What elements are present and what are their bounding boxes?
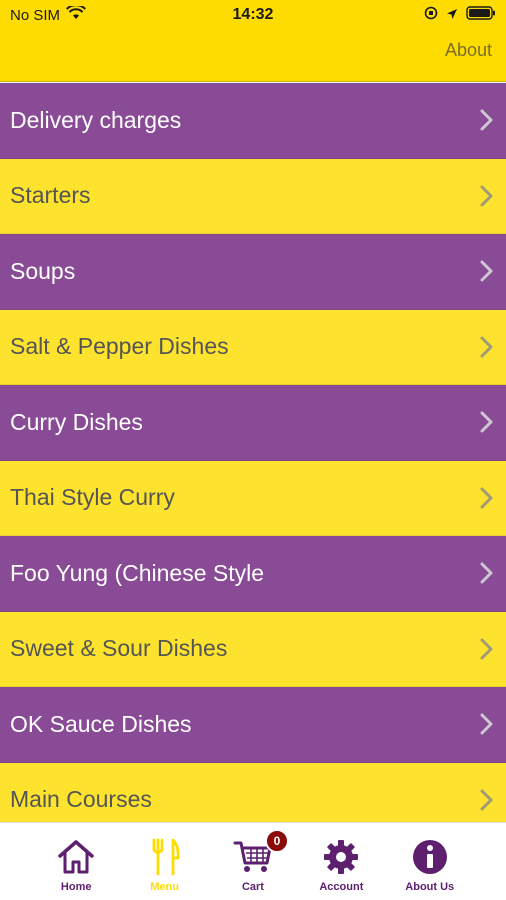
menu-item-label: Main Courses [10,786,152,813]
orientation-lock-icon [424,6,438,24]
menu-item-ok-sauce-dishes[interactable]: OK Sauce Dishes [0,687,506,763]
location-arrow-icon [446,7,458,24]
chevron-right-icon [478,184,496,208]
status-right [424,6,496,24]
chevron-right-icon [478,410,496,434]
menu-category-list: Delivery charges Starters Soups Salt & P… [0,83,506,838]
tab-label: Menu [150,881,179,893]
menu-item-sweet-sour-dishes[interactable]: Sweet & Sour Dishes [0,611,506,687]
chevron-right-icon [478,335,496,359]
chevron-right-icon [478,259,496,283]
tab-label: Cart [241,881,264,893]
menu-item-label: Salt & Pepper Dishes [10,333,229,360]
chevron-right-icon [478,637,496,661]
chevron-right-icon [478,561,496,585]
menu-item-delivery-charges[interactable]: Delivery charges [0,83,506,159]
menu-item-foo-yung[interactable]: Foo Yung (Chinese Style [0,536,506,612]
tab-cart[interactable]: 0 Cart [213,823,293,893]
menu-item-label: Sweet & Sour Dishes [10,635,228,662]
menu-item-label: Starters [10,182,91,209]
chevron-right-icon [478,108,496,132]
menu-item-salt-pepper-dishes[interactable]: Salt & Pepper Dishes [0,309,506,385]
home-icon [54,837,98,877]
tab-label: Account [319,881,364,893]
menu-item-label: OK Sauce Dishes [10,710,192,737]
wifi-icon [66,4,86,24]
menu-item-label: Foo Yung (Chinese Style [10,559,265,586]
bottom-tab-bar: Home Menu 0 Cart Account About Us [0,822,506,900]
menu-item-curry-dishes[interactable]: Curry Dishes [0,385,506,461]
about-nav-button[interactable]: About [445,40,492,61]
tab-menu[interactable]: Menu [125,823,205,893]
menu-item-label: Curry Dishes [10,408,143,435]
tab-label: Home [60,881,92,893]
tab-home[interactable]: Home [36,823,116,893]
gear-icon [319,837,363,877]
menu-item-label: Delivery charges [10,106,182,133]
menu-item-soups[interactable]: Soups [0,234,506,310]
battery-icon [466,6,496,24]
tab-label: About Us [405,881,455,893]
menu-item-thai-style-curry[interactable]: Thai Style Curry [0,460,506,536]
chevron-right-icon [478,712,496,736]
status-left: No SIM [10,4,424,24]
tab-account[interactable]: Account [301,823,381,893]
chevron-right-icon [478,788,496,812]
chevron-right-icon [478,486,496,510]
fork-knife-icon [143,837,187,877]
info-icon [408,837,452,877]
nav-bar: About [0,30,506,82]
cart-count-badge: 0 [264,829,289,853]
status-bar: No SIM 14:32 [0,0,506,30]
tab-about-us[interactable]: About Us [390,823,470,893]
carrier-label: No SIM [10,6,61,24]
menu-item-starters[interactable]: Starters [0,158,506,234]
menu-item-label: Soups [10,257,76,284]
menu-item-label: Thai Style Curry [10,484,175,511]
